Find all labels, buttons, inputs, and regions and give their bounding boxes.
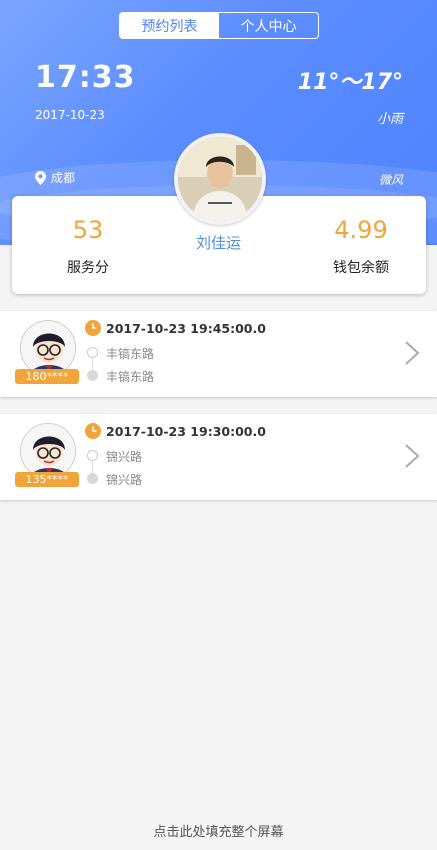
passenger-phone: 180**** bbox=[15, 369, 79, 384]
destination-address: 锦兴路 bbox=[106, 473, 143, 487]
wallet-balance-label: 钱包余额 bbox=[333, 260, 389, 276]
current-time: 17:33 bbox=[35, 60, 136, 95]
tab-personal-center[interactable]: 个人中心 bbox=[219, 13, 318, 38]
destination-dot bbox=[87, 473, 98, 484]
destination-dot bbox=[87, 370, 98, 381]
route-line bbox=[92, 461, 93, 473]
route-line bbox=[92, 358, 93, 370]
origin-dot bbox=[87, 347, 98, 358]
clock-icon bbox=[85, 423, 101, 439]
order-time: 2017-10-23 19:45:00.0 bbox=[106, 321, 266, 336]
chevron-right-icon[interactable] bbox=[403, 442, 421, 470]
tab-switcher: 预约列表 个人中心 bbox=[119, 12, 319, 39]
city-name: 成都 bbox=[51, 171, 76, 185]
passenger-avatar bbox=[20, 320, 76, 376]
destination-address: 丰镐东路 bbox=[106, 370, 155, 384]
user-photo bbox=[178, 137, 262, 221]
fill-screen-hint[interactable]: 点击此处填充整个屏幕 bbox=[0, 810, 437, 850]
chevron-right-icon[interactable] bbox=[403, 339, 421, 367]
weather-condition: 小雨 bbox=[376, 112, 403, 127]
tab-appointments[interactable]: 预约列表 bbox=[120, 13, 219, 38]
cartoon-avatar bbox=[21, 321, 75, 375]
wind-level: 微风 bbox=[378, 173, 403, 187]
current-date: 2017-10-23 bbox=[35, 108, 105, 122]
clock-icon bbox=[85, 320, 101, 336]
location: 成都 bbox=[35, 169, 75, 186]
order-item[interactable]: 180**** 2017-10-23 19:45:00.0 丰镐东路 丰镐东路 bbox=[0, 311, 437, 397]
origin-address: 锦兴路 bbox=[106, 450, 143, 464]
service-score-label: 服务分 bbox=[67, 260, 109, 276]
user-avatar[interactable] bbox=[174, 133, 266, 225]
cartoon-avatar bbox=[21, 424, 75, 478]
origin-address: 丰镐东路 bbox=[106, 347, 155, 361]
user-name: 刘佳运 bbox=[195, 234, 241, 252]
passenger-avatar bbox=[20, 423, 76, 479]
order-item[interactable]: 135**** 2017-10-23 19:30:00.0 锦兴路 锦兴路 bbox=[0, 414, 437, 500]
temperature: 11°～17° bbox=[297, 70, 403, 95]
order-time: 2017-10-23 19:30:00.0 bbox=[106, 424, 266, 439]
origin-dot bbox=[87, 450, 98, 461]
passenger-phone: 135**** bbox=[15, 472, 79, 487]
location-pin-icon bbox=[35, 170, 46, 185]
